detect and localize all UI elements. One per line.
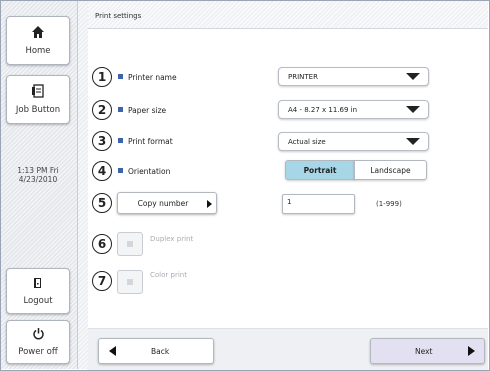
step-number-7: 7	[92, 271, 112, 291]
step-number-3: 3	[92, 131, 112, 151]
chevron-down-icon	[406, 73, 420, 80]
step-number-4: 4	[92, 161, 112, 181]
landscape-option[interactable]: Landscape	[354, 160, 427, 180]
paper-size-value: A4 - 8.27 x 11.69 in	[288, 106, 358, 114]
clock-time: 1:13 PM Fri	[17, 166, 59, 175]
print-format-label: Print format	[128, 137, 173, 146]
title-bar: Print settings	[88, 1, 488, 29]
step-number-2: 2	[92, 100, 112, 120]
copy-number-label: Copy number	[137, 199, 189, 208]
paper-size-label: Paper size	[128, 106, 167, 115]
paper-size-dropdown[interactable]: A4 - 8.27 x 11.69 in	[278, 100, 429, 119]
arrow-left-icon	[109, 346, 116, 356]
back-button[interactable]: Back	[98, 338, 214, 364]
printer-name-value: PRINTER	[288, 73, 318, 81]
step-number-1: 1	[92, 67, 112, 87]
home-label: Home	[25, 46, 51, 56]
clock: 1:13 PM Fri 4/23/2010	[2, 166, 74, 184]
page-title: Print settings	[95, 12, 142, 20]
copy-range-hint: (1-999)	[376, 200, 402, 208]
printer-name-label: Printer name	[128, 73, 177, 82]
bullet-icon	[118, 74, 123, 79]
chevron-down-icon	[406, 138, 420, 145]
next-button[interactable]: Next	[370, 338, 485, 364]
printer-name-dropdown[interactable]: PRINTER	[278, 67, 429, 86]
bullet-icon	[118, 168, 123, 173]
bullet-icon	[118, 107, 123, 112]
orientation-label: Orientation	[128, 167, 171, 176]
print-format-dropdown[interactable]: Actual size	[278, 132, 429, 151]
step-number-5: 5	[92, 193, 112, 213]
duplex-print-label: Duplex print	[150, 235, 194, 243]
chevron-down-icon	[406, 106, 420, 113]
bullet-icon	[118, 138, 123, 143]
clock-date: 4/23/2010	[18, 175, 58, 184]
color-print-label: Color print	[150, 271, 187, 279]
portrait-option[interactable]: Portrait	[285, 160, 355, 180]
logout-icon	[32, 277, 44, 291]
color-print-checkbox[interactable]	[117, 270, 143, 294]
copy-number-button[interactable]: Copy number	[117, 192, 217, 214]
copy-number-input[interactable]: 1	[282, 194, 355, 214]
job-button[interactable]: Job Button	[6, 75, 70, 124]
logout-label: Logout	[23, 295, 53, 306]
logout-button[interactable]: Logout	[6, 268, 70, 314]
play-arrow-icon	[207, 200, 212, 208]
next-label: Next	[415, 347, 433, 356]
job-label: Job Button	[15, 105, 61, 115]
checkbox-mark-icon	[127, 241, 133, 247]
duplex-print-checkbox[interactable]	[117, 232, 143, 256]
power-icon	[32, 327, 45, 342]
power-off-label: Power off	[18, 347, 58, 357]
checkbox-mark-icon	[127, 279, 133, 285]
home-icon	[31, 25, 45, 41]
arrow-right-icon	[468, 346, 475, 356]
back-label: Back	[151, 347, 170, 356]
sidebar-divider	[78, 1, 88, 369]
copy-number-value: 1	[287, 198, 292, 206]
step-number-6: 6	[92, 234, 112, 254]
home-button[interactable]: Home	[6, 16, 70, 65]
print-format-value: Actual size	[288, 138, 326, 146]
job-icon	[31, 84, 45, 100]
power-off-button[interactable]: Power off	[6, 320, 70, 364]
